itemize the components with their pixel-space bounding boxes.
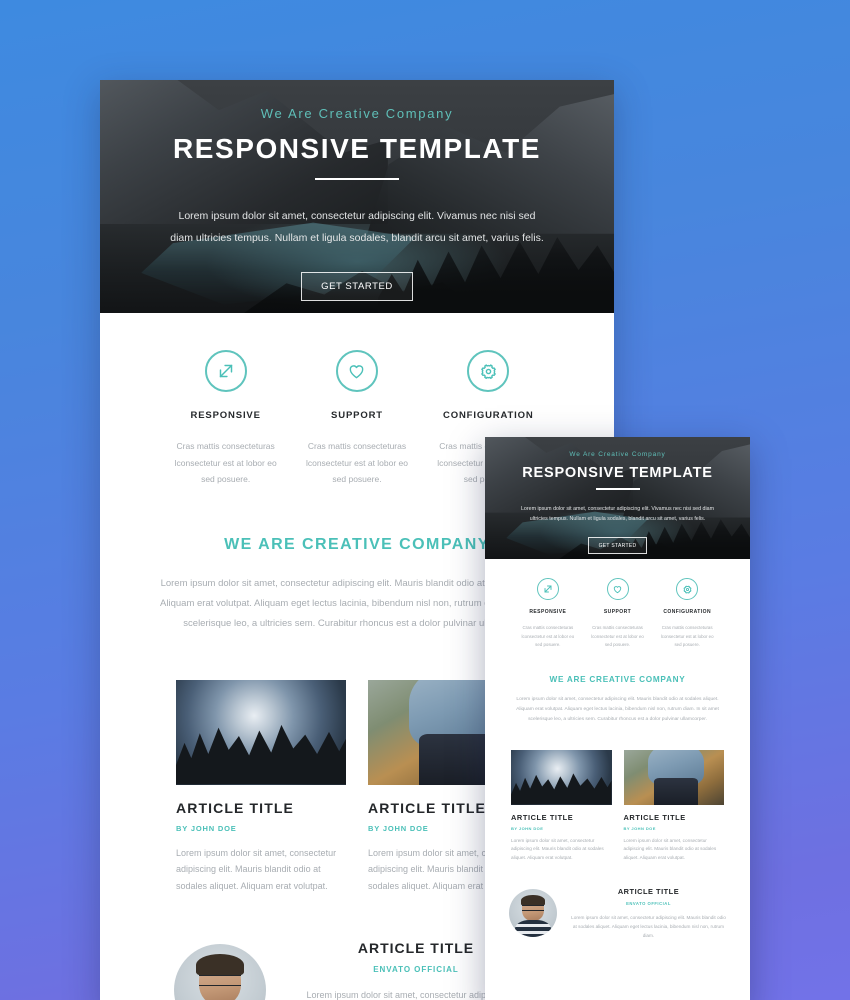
- article-byline: BY JOHN DOE: [511, 825, 544, 831]
- article-card[interactable]: ARTICLE TITLE BY JOHN DOE Lorem ipsum do…: [623, 749, 724, 863]
- feature-card-responsive[interactable]: RESPONSIVE Cras mattis consecteturas lco…: [513, 578, 583, 650]
- hero-subtitle: Lorem ipsum dolor sit amet, consectetur …: [170, 210, 544, 244]
- expand-arrows-icon: [536, 578, 559, 600]
- feature-card-support[interactable]: SUPPORT Cras mattis consecteturas lconse…: [583, 578, 653, 650]
- avatar: [174, 944, 266, 1000]
- secondary-template-preview[interactable]: We Are Creative Company RESPONSIVE TEMPL…: [485, 437, 750, 1000]
- feature-title: CONFIGURATION: [663, 609, 712, 615]
- article-text: Lorem ipsum dolor sit amet, consectetur …: [176, 847, 337, 891]
- get-started-button[interactable]: GET STARTED: [301, 272, 413, 302]
- hero-title: RESPONSIVE TEMPLATE: [522, 465, 713, 481]
- about-text: Lorem ipsum dolor sit amet, consectetur …: [516, 696, 719, 723]
- hero-eyebrow: We Are Creative Company: [569, 451, 666, 458]
- hero-divider-rule: [595, 488, 640, 490]
- article-card[interactable]: ARTICLE TITLE BY JOHN DOE Lorem ipsum do…: [176, 679, 346, 895]
- hero-eyebrow: We Are Creative Company: [260, 106, 454, 121]
- feature-title: SUPPORT: [331, 410, 383, 421]
- heart-icon: [335, 350, 378, 392]
- hero-title: RESPONSIVE TEMPLATE: [173, 133, 541, 164]
- author-tag: ENVATO OFFICIAL: [626, 900, 671, 906]
- about-title: WE ARE CREATIVE COMPANY: [549, 674, 686, 684]
- article-title: ARTICLE TITLE: [623, 812, 686, 822]
- gear-icon: [676, 578, 699, 600]
- feature-card-support[interactable]: SUPPORT Cras mattis consecteturas lconse…: [291, 350, 422, 488]
- hero-divider-rule: [315, 178, 399, 180]
- feature-title: RESPONSIVE: [190, 410, 261, 421]
- article-title: ARTICLE TITLE: [176, 799, 294, 816]
- expand-arrows-icon: [204, 350, 247, 392]
- feature-text: Cras mattis consecteturas lconsectetur e…: [521, 625, 575, 648]
- article-title: ARTICLE TITLE: [511, 812, 574, 822]
- article-text: Lorem ipsum dolor sit amet, consectetur …: [623, 837, 717, 860]
- articles-section: ARTICLE TITLE BY JOHN DOE Lorem ipsum do…: [485, 726, 750, 863]
- avatar-hair: [196, 954, 244, 977]
- feature-title: RESPONSIVE: [529, 609, 567, 615]
- article-byline: BY JOHN DOE: [623, 825, 656, 831]
- hero-section: We Are Creative Company RESPONSIVE TEMPL…: [100, 80, 614, 313]
- article-thumbnail-forest[interactable]: [511, 749, 612, 805]
- article-thumbnail-photographer[interactable]: [623, 749, 724, 805]
- get-started-button[interactable]: GET STARTED: [587, 537, 648, 555]
- article-thumbnail-forest[interactable]: [176, 679, 346, 785]
- article-card[interactable]: ARTICLE TITLE BY JOHN DOE Lorem ipsum do…: [511, 749, 612, 863]
- article-text: Lorem ipsum dolor sit amet, consectetur …: [511, 837, 604, 860]
- feature-text: Cras mattis consecteturas lconsectetur e…: [174, 441, 277, 485]
- avatar: [509, 889, 557, 938]
- feature-card-responsive[interactable]: RESPONSIVE Cras mattis consecteturas lco…: [160, 350, 291, 488]
- feature-title: CONFIGURATION: [443, 410, 534, 421]
- hero-subtitle: Lorem ipsum dolor sit amet, consectetur …: [520, 505, 715, 523]
- feature-card-configuration[interactable]: CONFIGURATION Cras mattis consecteturas …: [652, 578, 722, 650]
- about-section: WE ARE CREATIVE COMPANY Lorem ipsum dolo…: [485, 650, 750, 726]
- glasses-icon: [198, 974, 242, 986]
- gear-icon: [467, 350, 510, 392]
- heart-icon: [606, 578, 629, 600]
- article-byline: BY JOHN DOE: [176, 823, 237, 833]
- feature-text: Cras mattis consecteturas lconsectetur e…: [305, 441, 409, 485]
- glasses-icon: [521, 905, 545, 911]
- feature-text: Cras mattis consecteturas lconsectetur e…: [660, 625, 714, 648]
- hero-section: We Are Creative Company RESPONSIVE TEMPL…: [485, 437, 750, 559]
- features-section: RESPONSIVE Cras mattis consecteturas lco…: [485, 559, 750, 650]
- author-title: ARTICLE TITLE: [617, 886, 680, 896]
- author-section: ARTICLE TITLE ENVATO OFFICIAL Lorem ipsu…: [485, 863, 750, 940]
- author-text: Lorem ipsum dolor sit amet, consectetur …: [571, 914, 726, 938]
- feature-text: Cras mattis consecteturas lconsectetur e…: [591, 625, 644, 648]
- feature-title: SUPPORT: [603, 609, 632, 615]
- avatar-torso: [514, 920, 552, 938]
